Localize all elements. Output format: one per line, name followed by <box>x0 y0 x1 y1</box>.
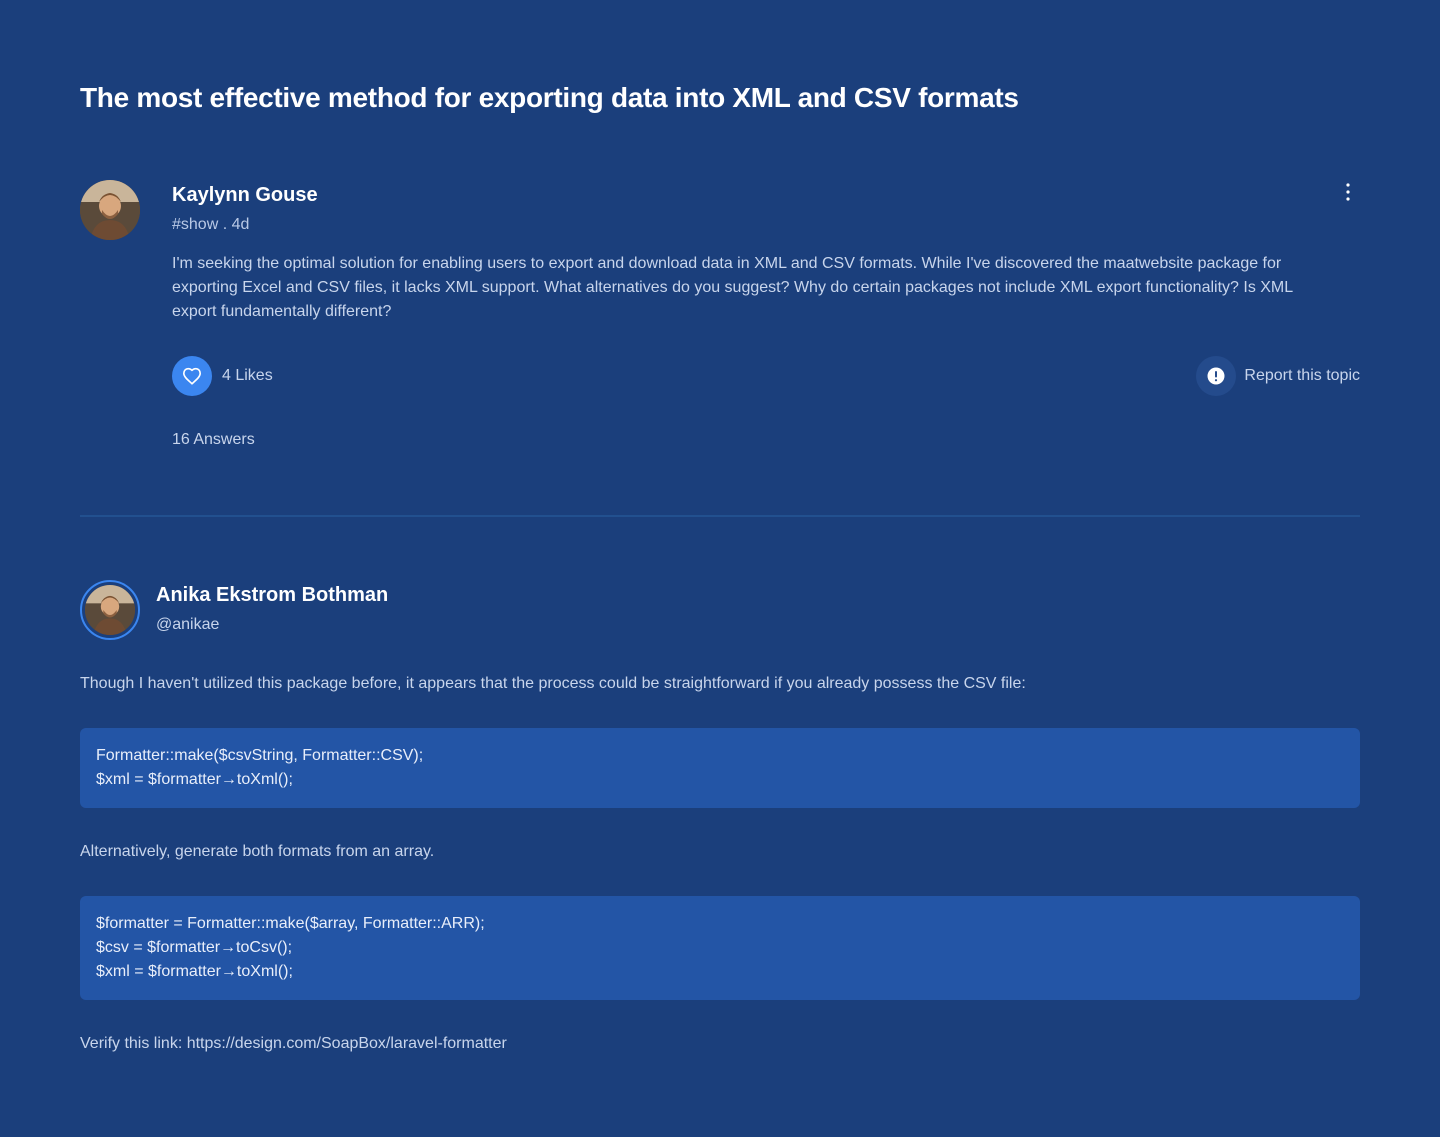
report-icon-container <box>1196 356 1237 396</box>
avatar[interactable] <box>80 580 140 640</box>
report-label: Report this topic <box>1244 367 1360 384</box>
answer-author-name[interactable]: Anika Ekstrom Bothman <box>156 582 388 608</box>
avatar-photo <box>80 180 140 240</box>
more-options-button[interactable] <box>1336 180 1360 204</box>
avatar-photo-frame <box>85 585 135 635</box>
code-block-2[interactable]: $formatter = Formatter::make($array, For… <box>80 896 1360 1000</box>
likes-count: 4 Likes <box>222 367 273 384</box>
post-meta: #show . 4d <box>172 216 250 233</box>
answer-intro: Though I haven't utilized this package b… <box>80 675 1026 692</box>
code-block-1[interactable]: Formatter::make($csvString, Formatter::C… <box>80 728 1360 808</box>
like-button[interactable] <box>172 356 212 396</box>
code-line: $xml = $formatter→toXml(); <box>96 963 293 980</box>
post-body: I'm seeking the optimal solution for ena… <box>172 255 1293 320</box>
answers-count[interactable]: 16 Answers <box>172 430 255 450</box>
code-line: $xml = $formatter→toXml(); <box>96 771 293 788</box>
code-line: Formatter::make($csvString, Formatter::C… <box>96 747 424 764</box>
topic-page: The most effective method for exporting … <box>0 0 1440 1137</box>
more-vertical-icon <box>1346 183 1350 201</box>
code-line: $csv = $formatter→toCsv(); <box>96 939 293 956</box>
answer-middle-text: Alternatively, generate both formats fro… <box>80 843 435 860</box>
page-title: The most effective method for exporting … <box>80 82 1019 113</box>
avatar-photo <box>85 585 135 635</box>
divider <box>80 515 1360 517</box>
author-name[interactable]: Kaylynn Gouse <box>172 182 318 208</box>
answer-link-text[interactable]: Verify this link: https://design.com/Soa… <box>80 1032 507 1056</box>
answer-author-handle[interactable]: @anikae <box>156 615 219 635</box>
report-topic-button[interactable]: Report this topic <box>1196 356 1360 396</box>
avatar[interactable] <box>80 180 140 240</box>
alert-icon <box>1207 367 1225 385</box>
heart-icon <box>183 367 201 385</box>
code-line: $formatter = Formatter::make($array, For… <box>96 915 485 932</box>
